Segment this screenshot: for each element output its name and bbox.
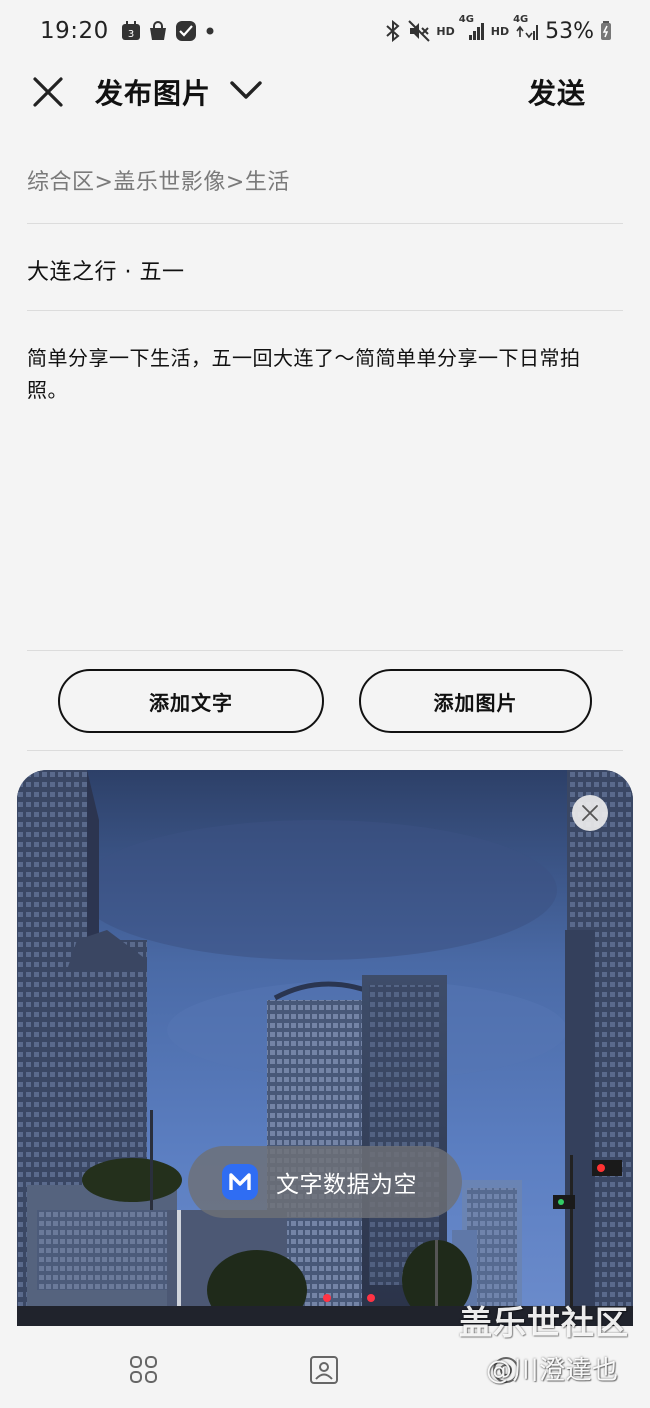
shopping-bag-icon (148, 21, 168, 41)
add-image-button[interactable]: 添加图片 (359, 669, 592, 733)
notification-icons: 3 (121, 20, 216, 42)
close-icon (582, 805, 598, 821)
contact-button[interactable] (308, 1354, 340, 1386)
network-type-1: 4G (458, 14, 474, 25)
status-bar: 19:20 3 HD 4G HD 4G 53% (0, 0, 650, 62)
page-title: 发布图片 (95, 77, 212, 110)
hd-indicator-1: HD (436, 24, 455, 38)
category-selector[interactable]: 综合区>盖乐世影像>生活 (27, 164, 290, 196)
hd-indicator-2: HD (490, 24, 510, 38)
apps-grid-icon (130, 1356, 157, 1383)
send-button[interactable]: 发送 (528, 72, 586, 112)
body-textarea[interactable]: 简单分享一下生活，五一回大连了～简简单单分享一下日常拍照。 (27, 342, 617, 406)
watermark-logo: 盖乐世社区 (459, 1303, 629, 1342)
post-type-dropdown[interactable] (228, 76, 264, 106)
battery-percent: 53% (545, 18, 594, 44)
signal-icon-1: 4G (459, 15, 485, 41)
network-type-2: 4G (513, 14, 529, 25)
close-button[interactable] (30, 74, 66, 110)
status-time: 19:20 (40, 18, 109, 44)
remove-photo-button[interactable] (572, 795, 608, 831)
app-header: 发布图片 发送 (0, 62, 650, 122)
app-logo-icon (222, 1164, 258, 1200)
dot-icon (204, 25, 216, 37)
attached-photo (17, 770, 633, 1326)
calendar-icon: 3 (121, 21, 141, 41)
apps-button[interactable] (128, 1354, 160, 1386)
mute-icon (408, 20, 431, 42)
battery-icon (600, 21, 612, 41)
divider (27, 750, 623, 751)
toast-text: 文字数据为空 (276, 1172, 417, 1198)
title-input[interactable]: 大连之行 · 五一 (27, 254, 184, 286)
divider (27, 223, 623, 224)
divider (27, 650, 623, 651)
calendar-day: 3 (128, 29, 134, 40)
toast-message: 文字数据为空 (188, 1146, 462, 1218)
watermark-author: @川澄達也 (486, 1356, 619, 1386)
checklist-icon (175, 20, 197, 42)
chevron-down-icon (230, 81, 262, 99)
bluetooth-icon (384, 20, 402, 42)
divider (27, 310, 623, 311)
system-icons: HD 4G HD 4G 53% (384, 15, 612, 44)
person-card-icon (310, 1356, 338, 1384)
close-icon (33, 77, 63, 107)
signal-icon-2: 4G (513, 15, 539, 41)
add-text-button[interactable]: 添加文字 (58, 669, 324, 733)
